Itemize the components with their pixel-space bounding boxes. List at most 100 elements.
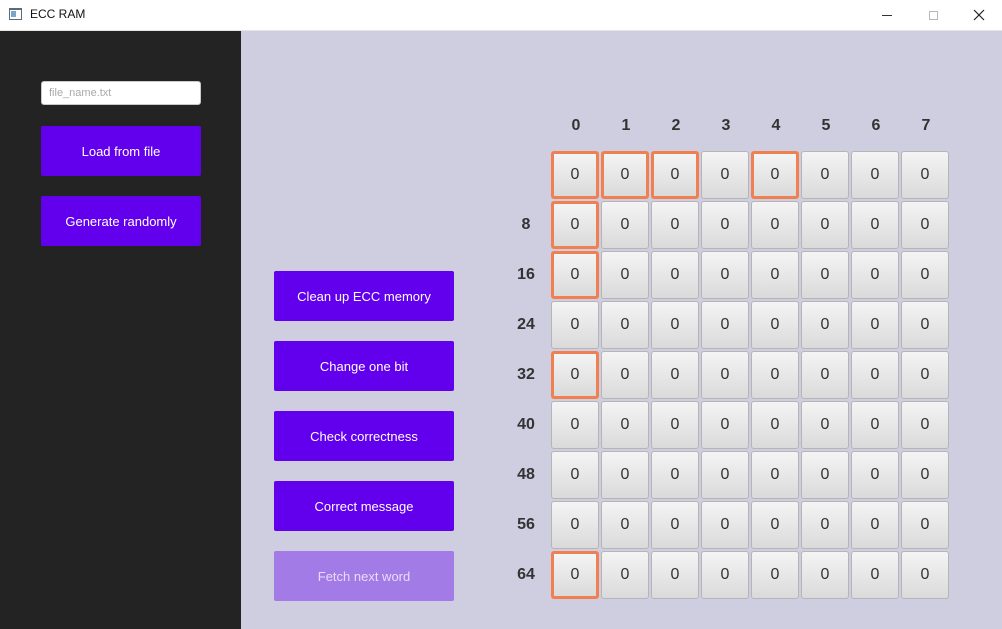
bit-cell[interactable]: 0 xyxy=(751,301,799,349)
maximize-button[interactable] xyxy=(910,0,956,30)
bit-cell[interactable]: 0 xyxy=(601,451,649,499)
fetch-next-word-button[interactable]: Fetch next word xyxy=(274,551,454,601)
row-header: 56 xyxy=(517,516,535,533)
bit-cell[interactable]: 0 xyxy=(901,501,949,549)
bit-cell[interactable]: 0 xyxy=(701,501,749,549)
bit-cell[interactable]: 0 xyxy=(851,351,899,399)
clean-up-ecc-memory-button[interactable]: Clean up ECC memory xyxy=(274,271,454,321)
title-bar: ECC RAM xyxy=(0,0,1002,31)
bit-cell[interactable]: 0 xyxy=(751,201,799,249)
bit-cell[interactable]: 0 xyxy=(601,301,649,349)
bit-cell[interactable]: 0 xyxy=(701,451,749,499)
bit-cell[interactable]: 0 xyxy=(851,201,899,249)
bit-cell[interactable]: 0 xyxy=(651,401,699,449)
row-header: 40 xyxy=(517,416,535,433)
bit-cell[interactable]: 0 xyxy=(701,551,749,599)
bit-cell[interactable]: 0 xyxy=(551,151,599,199)
bit-cell[interactable]: 0 xyxy=(551,251,599,299)
bit-cell[interactable]: 0 xyxy=(851,451,899,499)
bit-cell[interactable]: 0 xyxy=(801,501,849,549)
row-header xyxy=(501,166,551,186)
app-window-icon xyxy=(9,8,22,20)
bit-cell[interactable]: 0 xyxy=(801,351,849,399)
bit-cell[interactable]: 0 xyxy=(751,151,799,199)
bit-cell[interactable]: 0 xyxy=(551,451,599,499)
row-header: 16 xyxy=(517,266,535,283)
bit-cell[interactable]: 0 xyxy=(601,201,649,249)
bit-cell[interactable]: 0 xyxy=(651,301,699,349)
bit-cell[interactable]: 0 xyxy=(851,501,899,549)
bit-cell[interactable]: 0 xyxy=(901,451,949,499)
bit-cell[interactable]: 0 xyxy=(801,301,849,349)
column-header: 7 xyxy=(921,117,931,134)
minimize-icon xyxy=(882,14,892,16)
close-button[interactable] xyxy=(956,0,1002,30)
bit-cell[interactable]: 0 xyxy=(601,401,649,449)
bit-cell[interactable]: 0 xyxy=(651,351,699,399)
bit-cell[interactable]: 0 xyxy=(601,251,649,299)
bit-cell[interactable]: 0 xyxy=(551,501,599,549)
bit-cell[interactable]: 0 xyxy=(651,551,699,599)
bit-cell[interactable]: 0 xyxy=(851,401,899,449)
bit-cell[interactable]: 0 xyxy=(801,551,849,599)
bit-cell[interactable]: 0 xyxy=(851,551,899,599)
bit-cell[interactable]: 0 xyxy=(601,151,649,199)
bit-cell[interactable]: 0 xyxy=(751,251,799,299)
minimize-button[interactable] xyxy=(864,0,910,30)
bit-cell[interactable]: 0 xyxy=(651,251,699,299)
bit-cell[interactable]: 0 xyxy=(901,251,949,299)
bit-cell[interactable]: 0 xyxy=(701,401,749,449)
column-header: 6 xyxy=(871,117,881,134)
bit-cell[interactable]: 0 xyxy=(601,351,649,399)
bit-cell[interactable]: 0 xyxy=(851,251,899,299)
bit-cell[interactable]: 0 xyxy=(701,251,749,299)
bit-cell[interactable]: 0 xyxy=(901,151,949,199)
bit-cell[interactable]: 0 xyxy=(651,151,699,199)
load-from-file-button[interactable]: Load from file xyxy=(41,126,201,176)
row-header: 64 xyxy=(517,566,535,583)
bit-cell[interactable]: 0 xyxy=(751,501,799,549)
correct-message-button[interactable]: Correct message xyxy=(274,481,454,531)
bit-cell[interactable]: 0 xyxy=(901,401,949,449)
generate-randomly-button[interactable]: Generate randomly xyxy=(41,196,201,246)
bit-cell[interactable]: 0 xyxy=(901,551,949,599)
file-name-input[interactable] xyxy=(41,81,201,105)
bit-cell[interactable]: 0 xyxy=(651,501,699,549)
window-title: ECC RAM xyxy=(30,7,86,21)
bit-cell[interactable]: 0 xyxy=(801,251,849,299)
bit-cell[interactable]: 0 xyxy=(601,501,649,549)
bit-cell[interactable]: 0 xyxy=(751,551,799,599)
bit-cell[interactable]: 0 xyxy=(751,401,799,449)
row-header: 32 xyxy=(517,366,535,383)
column-header: 1 xyxy=(621,117,631,134)
bit-cell[interactable]: 0 xyxy=(701,151,749,199)
bit-cell[interactable]: 0 xyxy=(901,351,949,399)
bit-cell[interactable]: 0 xyxy=(651,451,699,499)
bit-cell[interactable]: 0 xyxy=(551,551,599,599)
bit-cell[interactable]: 0 xyxy=(701,301,749,349)
sidebar xyxy=(0,31,241,629)
bit-cell[interactable]: 0 xyxy=(751,451,799,499)
bit-cell[interactable]: 0 xyxy=(701,351,749,399)
bit-cell[interactable]: 0 xyxy=(851,301,899,349)
bit-cell[interactable]: 0 xyxy=(551,301,599,349)
bit-cell[interactable]: 0 xyxy=(801,151,849,199)
bit-cell[interactable]: 0 xyxy=(751,351,799,399)
bit-cell[interactable]: 0 xyxy=(851,151,899,199)
change-one-bit-button[interactable]: Change one bit xyxy=(274,341,454,391)
check-correctness-button[interactable]: Check correctness xyxy=(274,411,454,461)
bit-cell[interactable]: 0 xyxy=(651,201,699,249)
bit-cell[interactable]: 0 xyxy=(551,401,599,449)
column-header: 2 xyxy=(671,117,681,134)
bit-cell[interactable]: 0 xyxy=(801,451,849,499)
bit-cell[interactable]: 0 xyxy=(801,401,849,449)
column-header: 3 xyxy=(721,117,731,134)
bit-cell[interactable]: 0 xyxy=(801,201,849,249)
bit-cell[interactable]: 0 xyxy=(601,551,649,599)
bit-cell[interactable]: 0 xyxy=(901,201,949,249)
bit-cell[interactable]: 0 xyxy=(901,301,949,349)
bit-cell[interactable]: 0 xyxy=(551,351,599,399)
row-header: 24 xyxy=(517,316,535,333)
bit-cell[interactable]: 0 xyxy=(551,201,599,249)
bit-cell[interactable]: 0 xyxy=(701,201,749,249)
